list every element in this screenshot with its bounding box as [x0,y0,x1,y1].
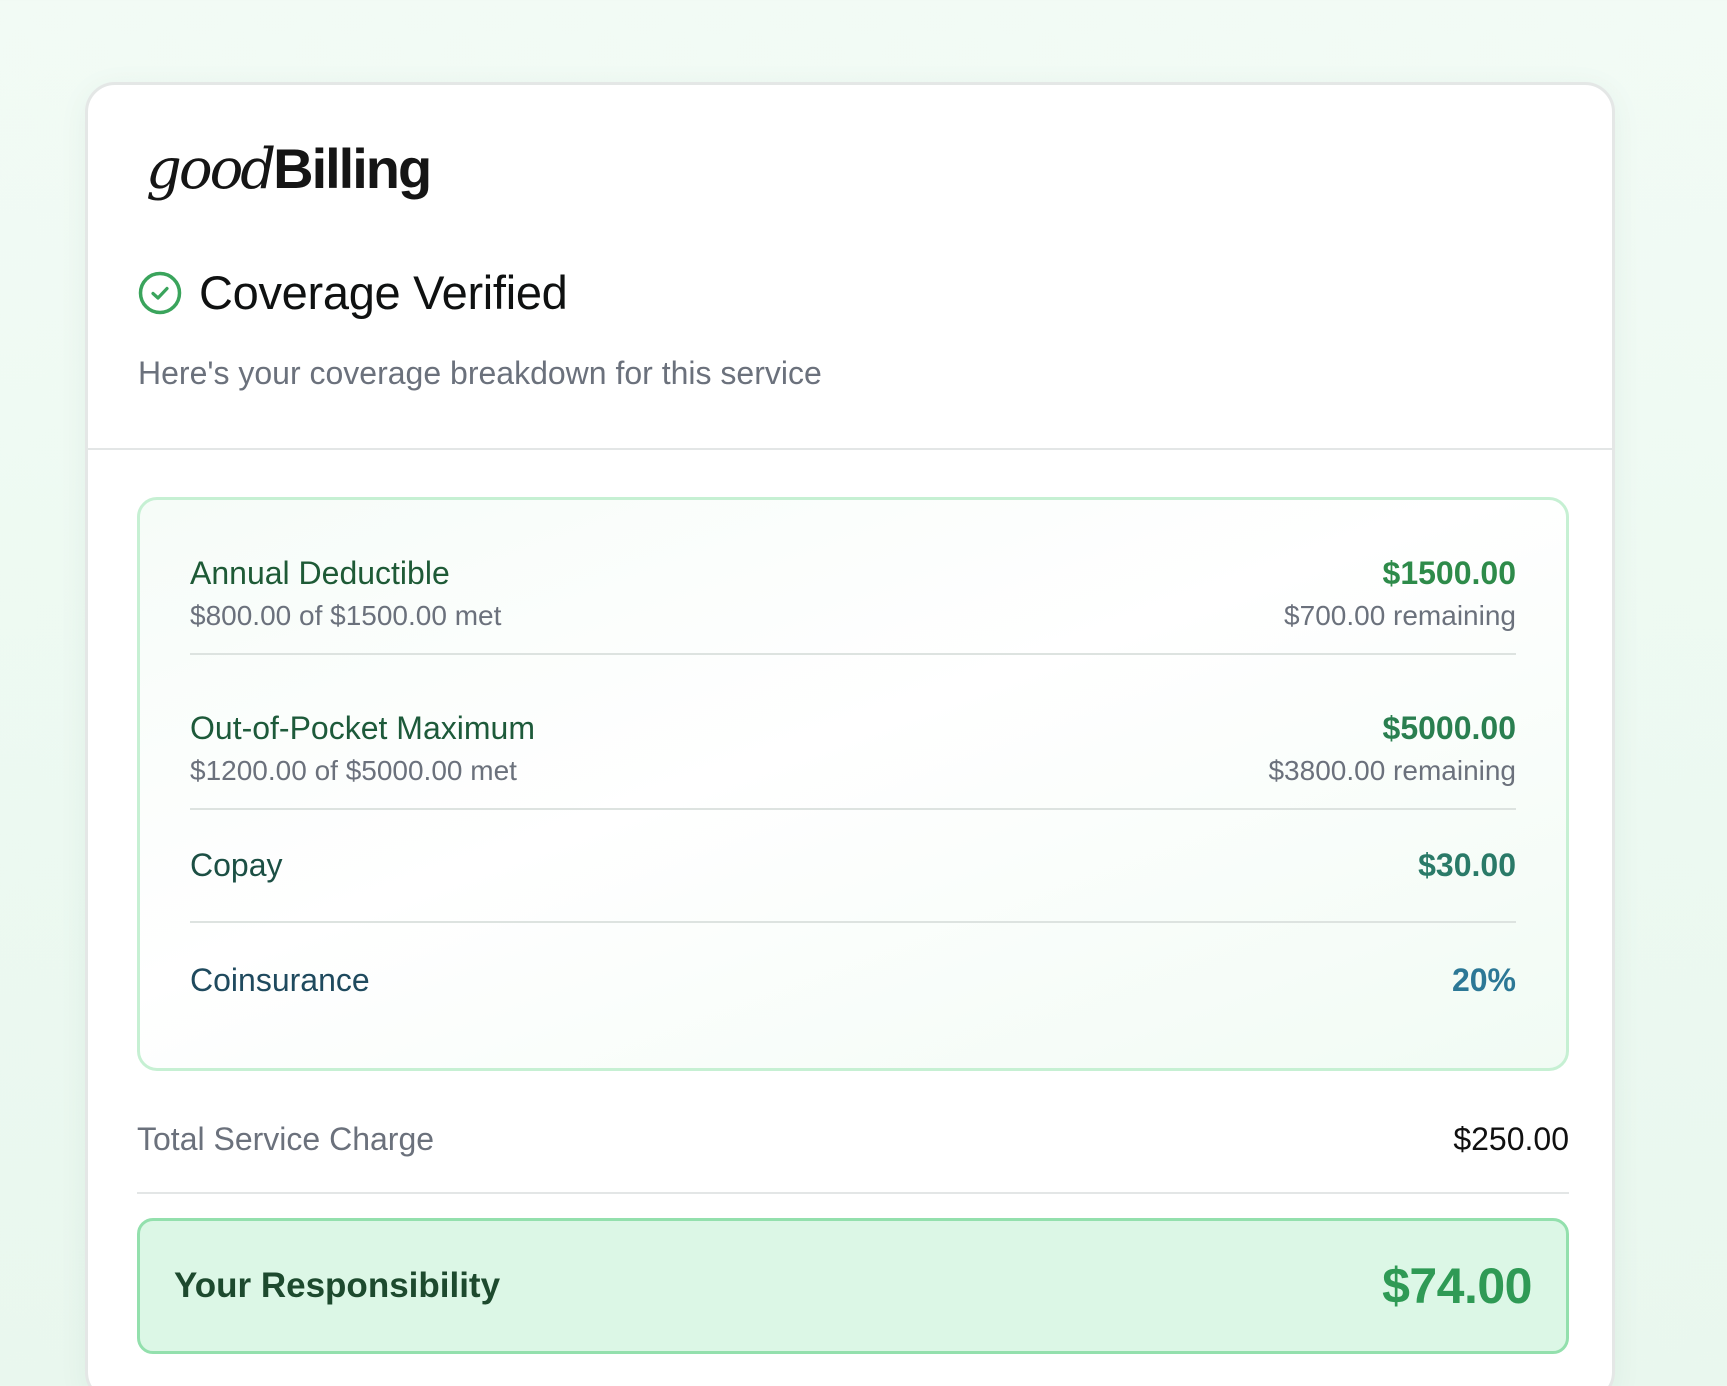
card-header: goodBilling Coverage Verified Here's you… [88,85,1612,450]
copay-amount: $30.00 [1418,847,1516,883]
coinsurance-amount: 20% [1451,962,1516,998]
coverage-breakdown: Annual Deductible $800.00 of $1500.00 me… [137,497,1569,1071]
logo-good: good [146,137,276,202]
coinsurance-row: Coinsurance 20% [190,923,1516,1038]
page-subtitle: Here's your coverage breakdown for this … [138,355,822,391]
coverage-status: Coverage Verified [137,265,568,320]
out-of-pocket-detail: $1200.00 of $5000.00 met [190,755,517,786]
out-of-pocket-amount: $5000.00 [1382,710,1516,746]
total-service-charge-label: Total Service Charge [137,1121,435,1157]
coinsurance-label: Coinsurance [190,962,370,998]
logo-billing: Billing [273,137,432,200]
copay-label: Copay [190,847,283,883]
good-billing-logo: goodBilling [146,141,432,198]
copay-row: Copay $30.00 [190,810,1516,923]
your-responsibility-value: $74.00 [1382,1258,1532,1314]
page-title: Coverage Verified [199,266,568,319]
check-circle-icon [137,270,183,316]
deductible-remaining: $700.00 remaining [1284,600,1516,631]
total-service-charge-value: $250.00 [1453,1121,1569,1157]
your-responsibility-box: Your Responsibility $74.00 [137,1218,1569,1354]
out-of-pocket-row: Out-of-Pocket Maximum $1200.00 of $5000.… [190,655,1516,810]
total-service-charge-row: Total Service Charge $250.00 [137,1121,1569,1194]
deductible-label: Annual Deductible [190,555,450,591]
out-of-pocket-remaining: $3800.00 remaining [1268,755,1516,786]
deductible-detail: $800.00 of $1500.00 met [190,600,502,631]
your-responsibility-label: Your Responsibility [174,1266,501,1305]
coverage-card: goodBilling Coverage Verified Here's you… [85,82,1615,1386]
out-of-pocket-label: Out-of-Pocket Maximum [190,710,535,746]
deductible-row: Annual Deductible $800.00 of $1500.00 me… [190,500,1516,655]
deductible-amount: $1500.00 [1382,555,1516,591]
